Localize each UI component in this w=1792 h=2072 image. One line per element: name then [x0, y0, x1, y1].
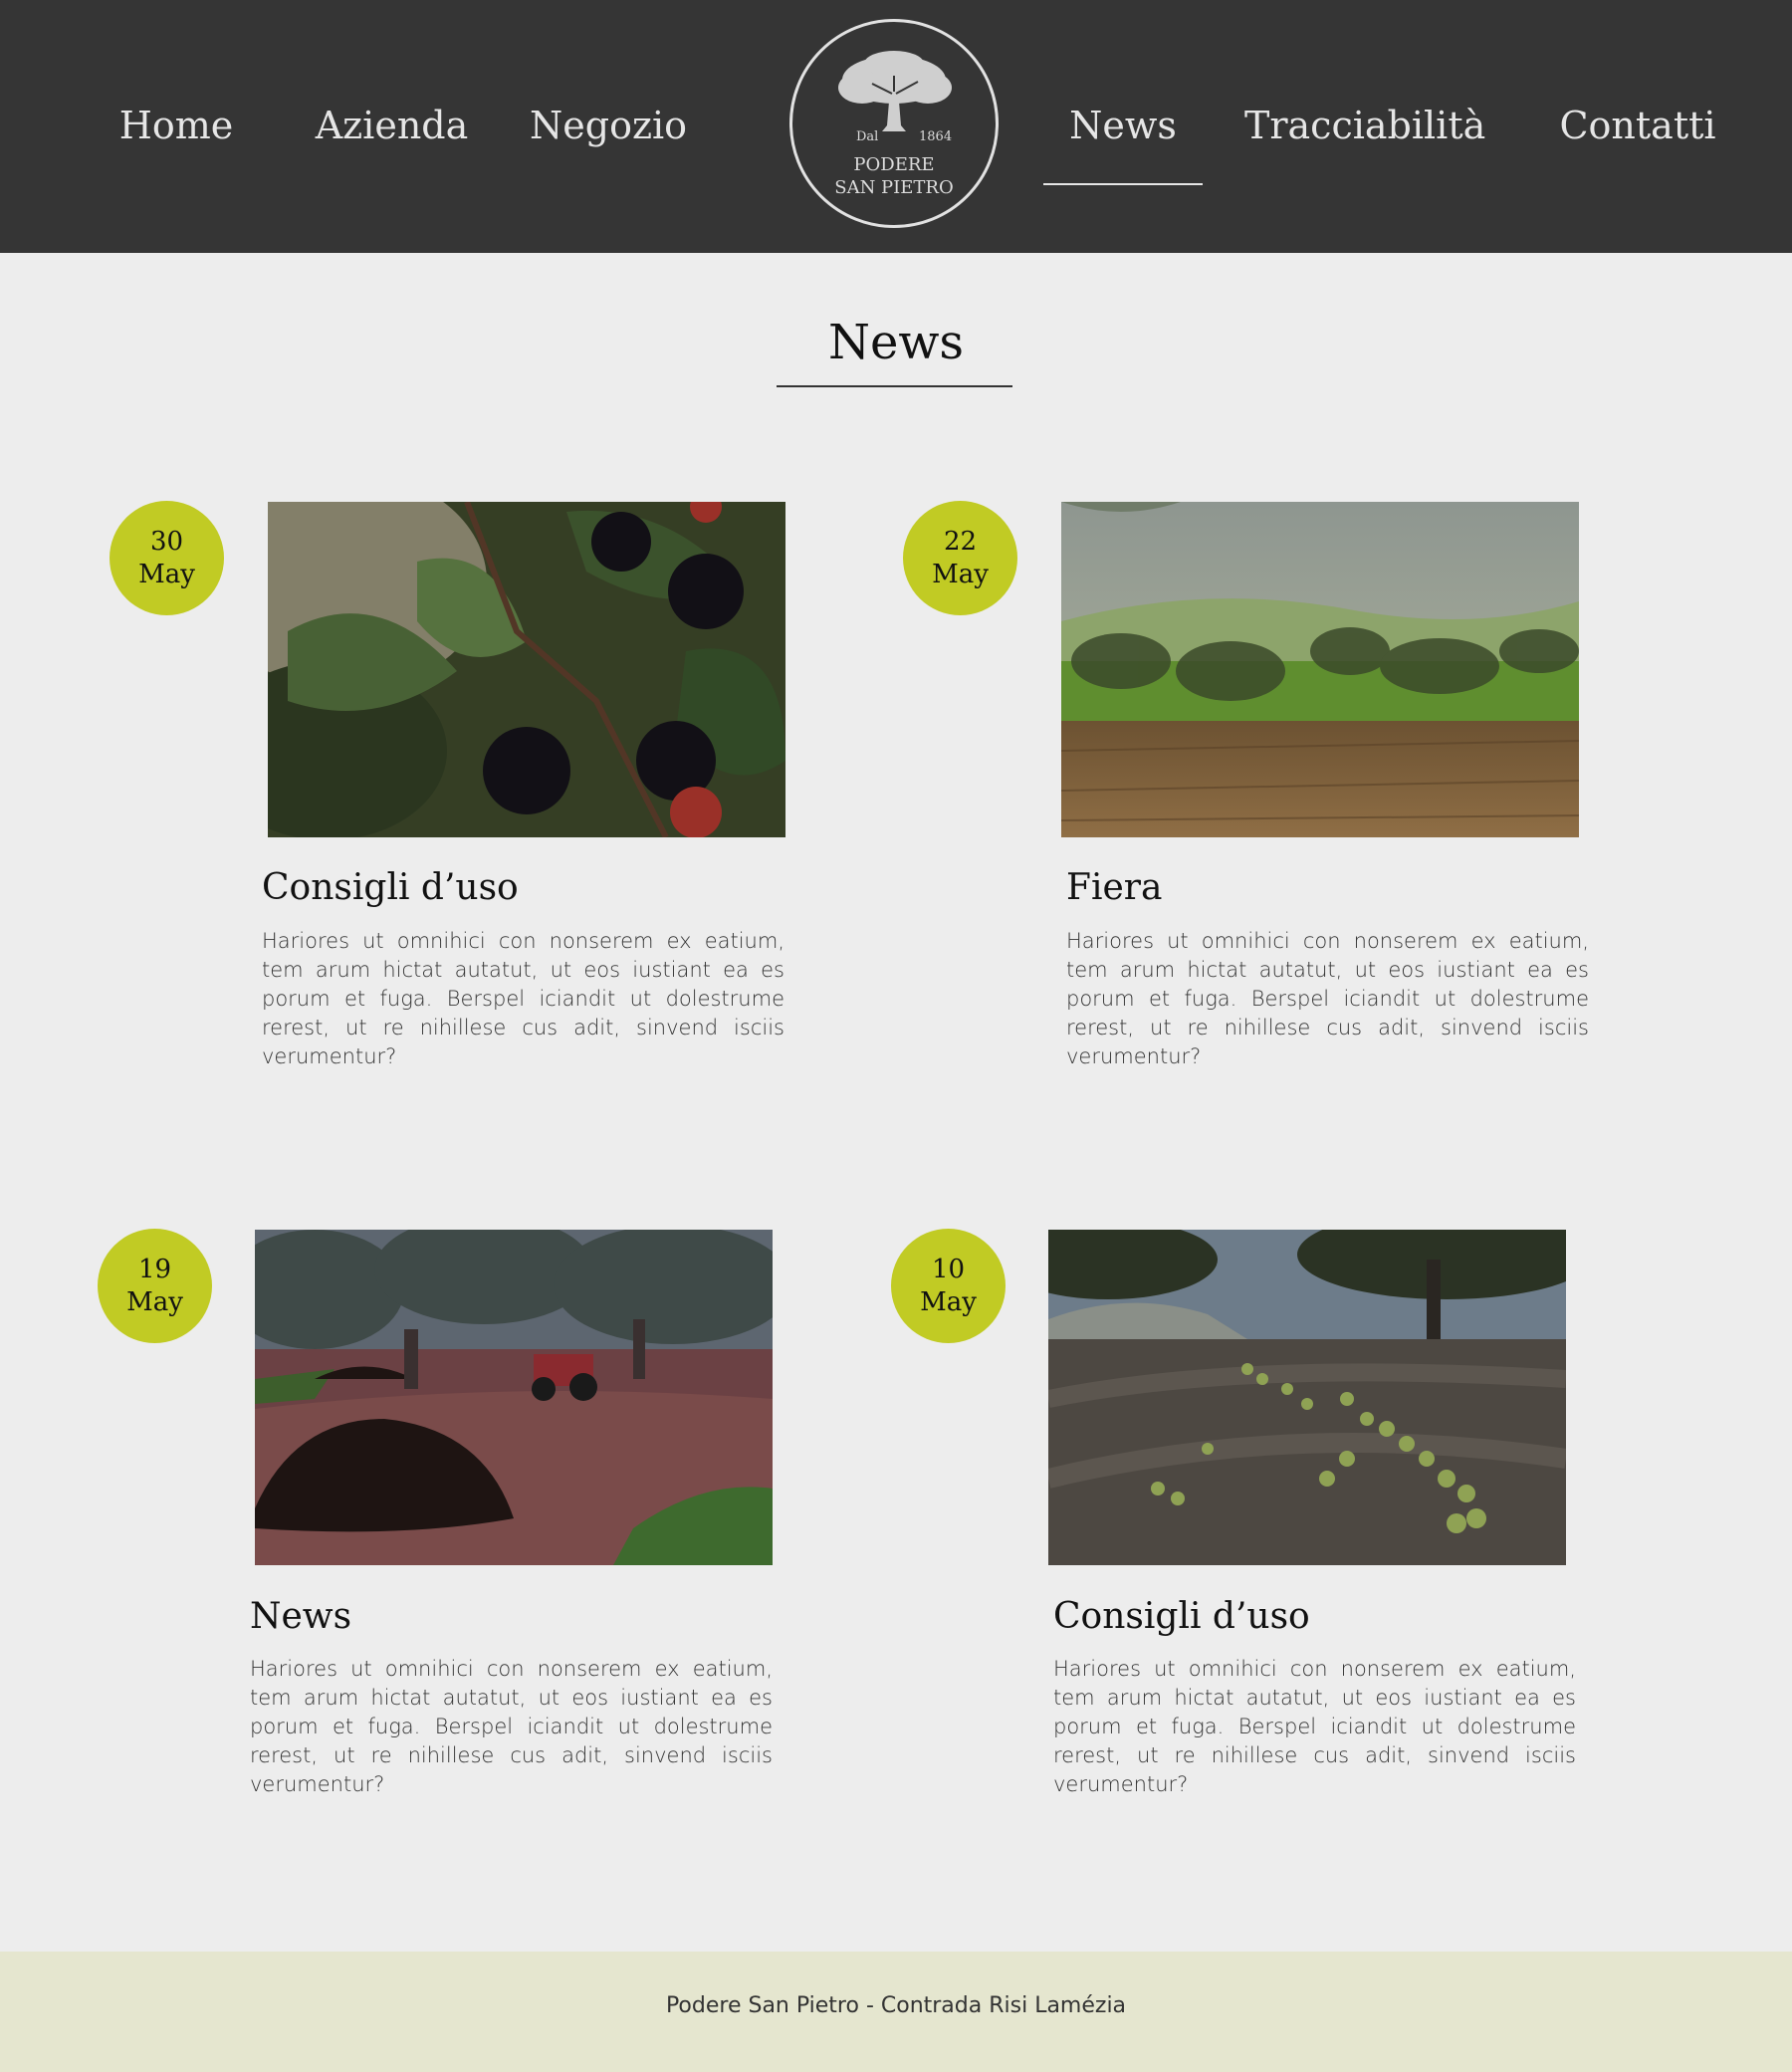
post-excerpt: Hariores ut omnihici con nonserem ex eat…: [1053, 1657, 1576, 1796]
nav-negozio[interactable]: Negozio: [530, 96, 687, 155]
page-title: News: [827, 315, 965, 370]
nav-home[interactable]: Home: [112, 96, 241, 155]
site-header: Home Azienda Negozio Dal 1864 PODERE SAN…: [0, 0, 1792, 253]
date-badge: 22 May: [903, 501, 1017, 615]
date-month: May: [138, 560, 195, 589]
olive-grove-tractor-photo[interactable]: [255, 1230, 773, 1565]
post-title[interactable]: News: [250, 1596, 787, 1637]
date-month: May: [126, 1287, 183, 1317]
news-card: 22 May Fiera Hariores ut omnihici con no…: [903, 501, 1589, 1098]
date-day: 19: [137, 1255, 172, 1284]
logo-name-line1: PODERE: [853, 154, 935, 175]
news-card: 19 May News Hariores ut omnihici con non…: [98, 1229, 773, 1826]
date-badge: 10 May: [891, 1229, 1006, 1343]
nav-news[interactable]: News: [1043, 96, 1203, 185]
post-excerpt: Hariores ut omnihici con nonserem ex eat…: [1066, 929, 1589, 1068]
olive-harvest-nets-photo[interactable]: [1048, 1230, 1566, 1565]
wooden-table-landscape-photo[interactable]: [1061, 502, 1579, 837]
date-badge: 30 May: [110, 501, 224, 615]
post-excerpt: Hariores ut omnihici con nonserem ex eat…: [262, 929, 784, 1068]
post-title[interactable]: Consigli d’uso: [262, 867, 799, 908]
logo-wordmark: PODERE SAN PIETRO: [792, 153, 996, 199]
nav-azienda[interactable]: Azienda: [315, 96, 469, 155]
post-title[interactable]: Consigli d’uso: [1053, 1596, 1591, 1637]
logo-year-text: 1864: [919, 129, 953, 144]
news-card: 30 May Consigli d’uso Hariores ut omnihi…: [110, 501, 785, 1098]
logo-name-line2: SAN PIETRO: [834, 177, 954, 198]
site-logo[interactable]: Dal 1864 PODERE SAN PIETRO: [789, 19, 999, 228]
nav-tracciabilita[interactable]: Tracciabilità: [1244, 96, 1485, 155]
date-month: May: [920, 1287, 977, 1317]
footer-address: Podere San Pietro - Contrada Risi Lamézi…: [665, 1993, 1127, 2018]
blackberries-photo[interactable]: [268, 502, 785, 837]
date-month: May: [932, 560, 989, 589]
logo-dal-text: Dal: [856, 129, 879, 144]
date-day: 10: [931, 1255, 966, 1284]
title-underline: [777, 385, 1012, 387]
date-badge: 19 May: [98, 1229, 212, 1343]
post-excerpt: Hariores ut omnihici con nonserem ex eat…: [250, 1657, 773, 1796]
olive-tree-icon: [838, 51, 952, 131]
site-footer: Podere San Pietro - Contrada Risi Lamézi…: [0, 1952, 1792, 2072]
nav-contatti[interactable]: Contatti: [1553, 96, 1722, 155]
date-day: 30: [149, 527, 184, 557]
news-card: 10 May Consigli d’uso Hariores ut omnihi…: [891, 1229, 1576, 1826]
date-day: 22: [943, 527, 978, 557]
post-title[interactable]: Fiera: [1066, 867, 1604, 908]
